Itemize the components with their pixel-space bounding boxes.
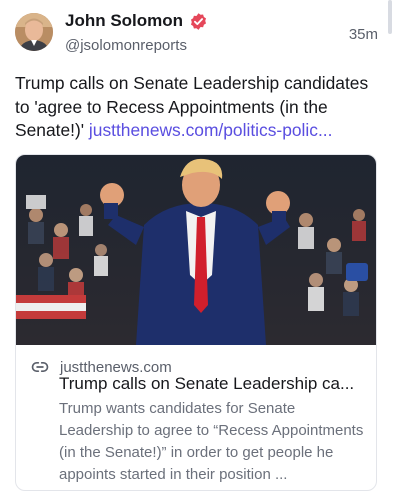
post-link[interactable]: justthenews.com/politics-polic...	[89, 120, 333, 140]
link-preview-card[interactable]: justthenews.com Trump calls on Senate Le…	[15, 154, 377, 491]
post-timestamp[interactable]: 35m	[349, 26, 378, 43]
verified-badge-icon	[189, 12, 208, 31]
post[interactable]: John Solomon @jsolomonreports 35m Trump …	[0, 0, 394, 500]
author-avatar[interactable]	[15, 13, 53, 51]
author-name-text[interactable]: John Solomon	[65, 11, 183, 31]
post-text: Trump calls on Senate Leadership candida…	[15, 72, 381, 143]
link-icon	[30, 357, 50, 377]
link-domain: justthenews.com	[60, 358, 172, 376]
author-handle[interactable]: @jsolomonreports	[65, 37, 187, 54]
link-description: Trump wants candidates for Senate Leader…	[59, 400, 364, 483]
author-name[interactable]: John Solomon	[65, 11, 208, 31]
link-preview-image[interactable]	[16, 155, 376, 345]
link-title[interactable]: Trump calls on Senate Leadership ca...	[59, 374, 369, 394]
scrollbar[interactable]	[388, 0, 392, 34]
